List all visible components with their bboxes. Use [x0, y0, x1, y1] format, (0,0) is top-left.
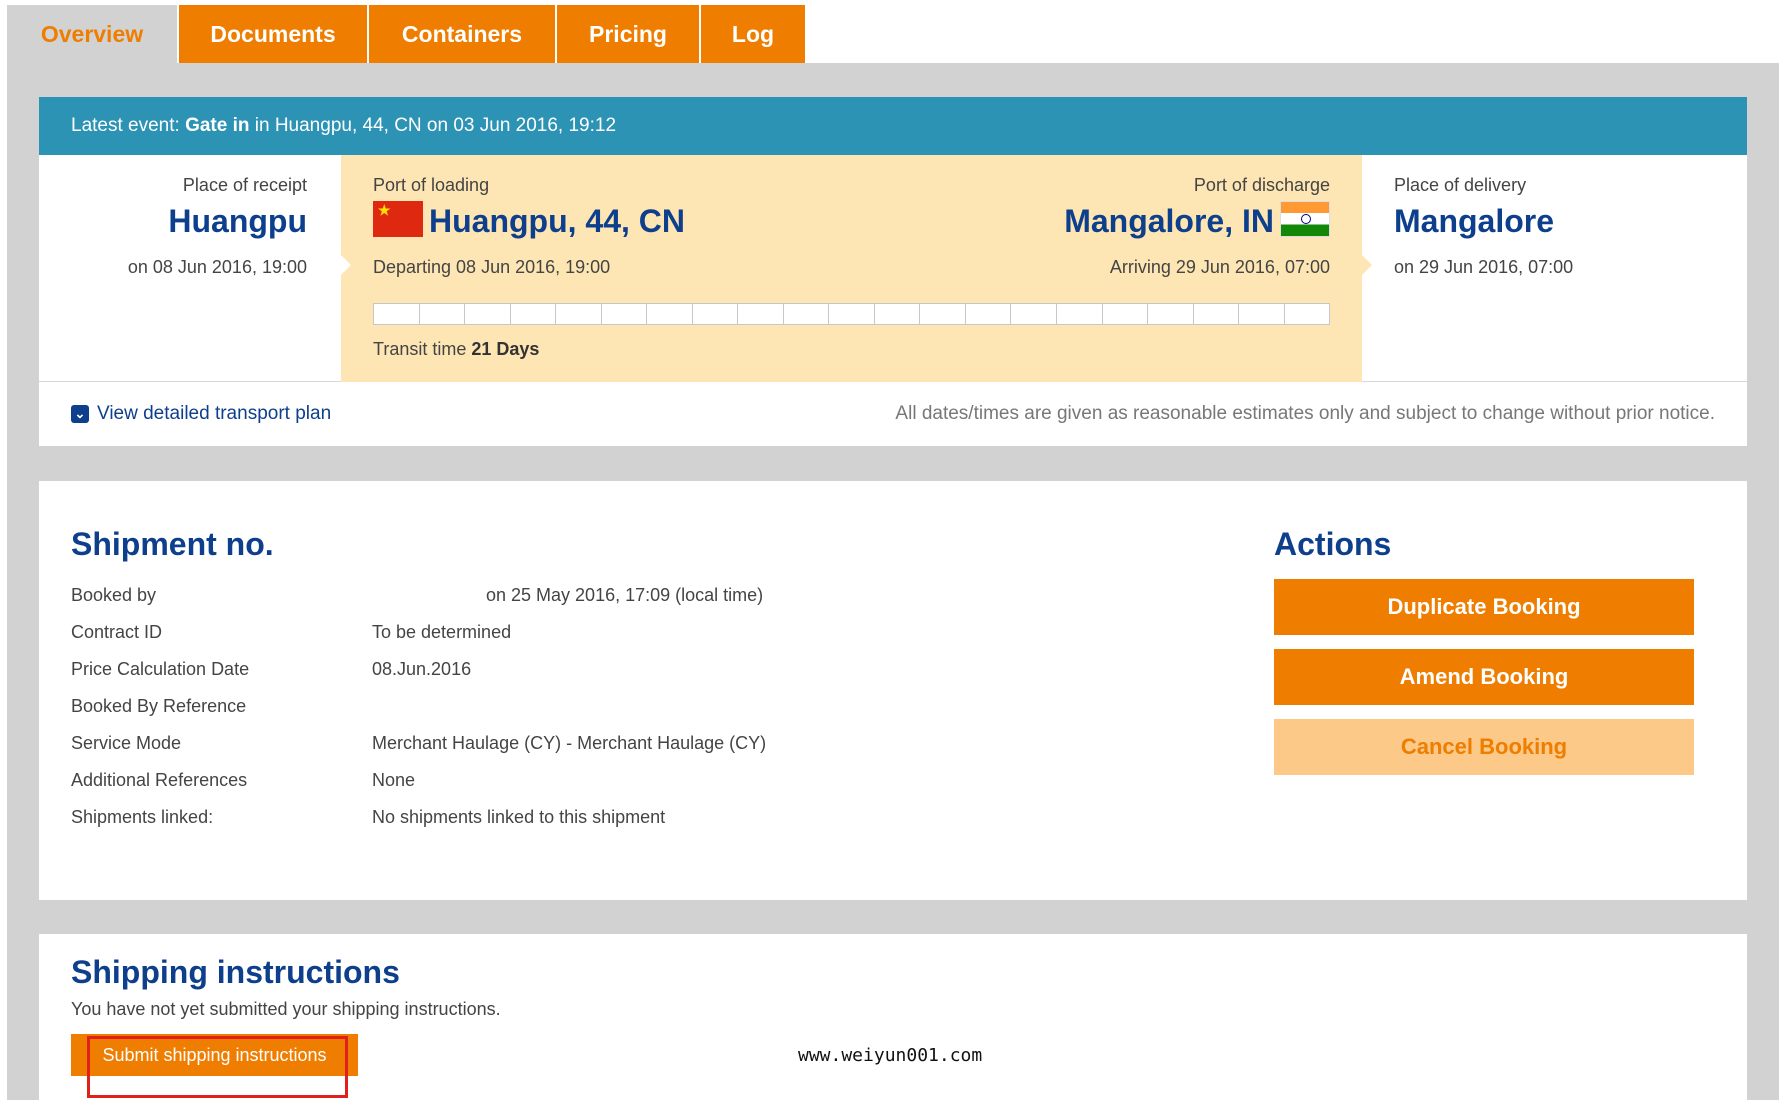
place-of-delivery: Place of delivery Mangalore on 29 Jun 20…	[1362, 155, 1747, 382]
port-of-loading: Port of loading ★ Huangpu, 44, CN Departi…	[373, 155, 853, 278]
port-of-discharge: Port of discharge Mangalore, IN Arriving…	[850, 155, 1330, 278]
estimate-disclaimer: All dates/times are given as reasonable …	[895, 402, 1715, 424]
arrival-date: Arriving 29 Jun 2016, 07:00	[1109, 257, 1330, 277]
latest-event-banner: Latest event: Gate in in Huangpu, 44, CN…	[39, 97, 1747, 155]
shipment-panel: Shipment no. Booked by on 25 May 2016, 17…	[39, 481, 1747, 900]
detail-value: 08.Jun.2016	[372, 659, 472, 679]
tab-pricing[interactable]: Pricing	[557, 5, 699, 63]
cn-flag-icon: ★	[373, 201, 423, 237]
latest-event-prefix: Latest event:	[71, 115, 186, 136]
detail-key: Service Mode	[71, 733, 182, 753]
departure-date: Departing 08 Jun 2016, 19:00	[373, 257, 611, 277]
delivery-place: Mangalore	[1394, 203, 1555, 239]
discharge-label: Port of discharge	[1193, 175, 1330, 195]
cancel-booking-button[interactable]: Cancel Booking	[1274, 719, 1694, 775]
watermark: www.weiyun001.com	[798, 1045, 983, 1066]
detail-row: Shipments linked: No shipments linked to …	[71, 799, 1715, 836]
transport-plan-label: View detailed transport plan	[97, 402, 332, 424]
actions-section: Actions Duplicate Booking Amend Booking …	[1274, 526, 1694, 789]
detail-key: Additional References	[71, 770, 248, 790]
latest-event-name: Gate in	[185, 115, 250, 136]
place-of-receipt: Place of receipt Huangpu on 08 Jun 2016,…	[39, 155, 341, 382]
tab-bar: Overview Documents Containers Pricing Lo…	[7, 5, 807, 63]
tab-documents[interactable]: Documents	[179, 5, 367, 63]
latest-event-detail: in Huangpu, 44, CN on 03 Jun 2016, 19:12	[249, 115, 617, 136]
view-transport-plan-link[interactable]: ⌄ View detailed transport plan	[71, 403, 331, 425]
transit-time: Transit time 21 Days	[373, 339, 539, 360]
highlight-annotation	[87, 1036, 348, 1098]
detail-key: Booked By Reference	[71, 696, 247, 716]
detail-value: Merchant Haulage (CY) - Merchant Haulage…	[372, 733, 767, 753]
receipt-date: on 08 Jun 2016, 19:00	[127, 257, 307, 277]
chevron-down-icon: ⌄	[71, 404, 89, 423]
route-footer: ⌄ View detailed transport plan All dates…	[39, 382, 1747, 445]
detail-value: on 25 May 2016, 17:09 (local time)	[486, 585, 764, 605]
tab-log[interactable]: Log	[701, 5, 805, 63]
shipping-instructions-status: You have not yet submitted your shipping…	[71, 999, 501, 1019]
receipt-label: Place of receipt	[182, 175, 307, 195]
detail-value: No shipments linked to this shipment	[372, 807, 666, 827]
loading-label: Port of loading	[373, 175, 490, 195]
shipping-instructions-title: Shipping instructions	[71, 954, 400, 990]
actions-title: Actions	[1274, 526, 1392, 562]
in-flag-icon	[1280, 201, 1330, 237]
tab-containers[interactable]: Containers	[369, 5, 555, 63]
detail-value: None	[372, 770, 416, 790]
tab-overview[interactable]: Overview	[7, 5, 177, 63]
receipt-place: Huangpu	[168, 203, 307, 239]
detail-value: To be determined	[372, 622, 512, 642]
transit-progress-bar	[373, 303, 1330, 325]
detail-key: Contract ID	[71, 622, 163, 642]
route-panel: Latest event: Gate in in Huangpu, 44, CN…	[39, 97, 1747, 446]
delivery-date: on 29 Jun 2016, 07:00	[1394, 257, 1574, 277]
route-body: Place of receipt Huangpu on 08 Jun 2016,…	[39, 155, 1747, 382]
loading-place: Huangpu, 44, CN	[429, 203, 686, 239]
transit-value: 21 Days	[471, 339, 540, 359]
detail-key: Shipments linked:	[71, 807, 214, 827]
delivery-label: Place of delivery	[1394, 175, 1527, 195]
detail-key: Booked by	[71, 585, 157, 605]
detail-key: Price Calculation Date	[71, 659, 250, 679]
transit-label: Transit time	[373, 339, 472, 359]
duplicate-booking-button[interactable]: Duplicate Booking	[1274, 579, 1694, 635]
discharge-place: Mangalore, IN	[1064, 203, 1274, 239]
amend-booking-button[interactable]: Amend Booking	[1274, 649, 1694, 705]
voyage-section: Port of loading ★ Huangpu, 44, CN Departi…	[341, 155, 1372, 382]
